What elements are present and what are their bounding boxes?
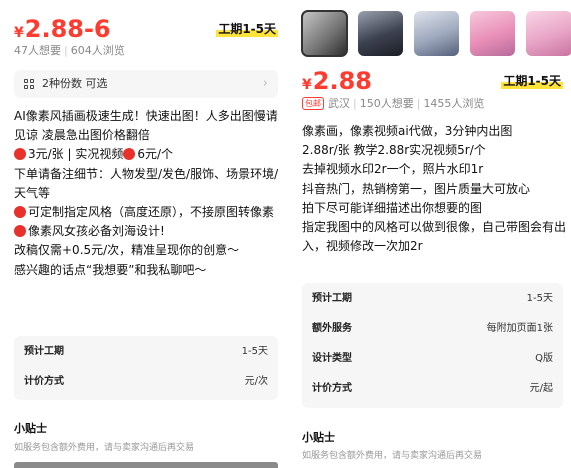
chevron-right-icon: › xyxy=(262,76,268,91)
description-line: 感兴趣的话点“我想要”和我私聊吧～ xyxy=(14,262,207,277)
thumbnail-image[interactable] xyxy=(526,11,571,56)
thumbnail-image[interactable] xyxy=(301,10,348,57)
description-line: 抖音热门，热销榜第一，图片质量大可放心 xyxy=(302,181,531,196)
info-row: 计价方式 元/次 xyxy=(24,376,268,387)
service-info: 预计工期 1-5天 额外服务 每附加页面1张 设计类型 Q版 计价方式 元/起 xyxy=(302,283,563,408)
listing-right: ¥2.88 工期1-5天 包邮 武汉 | 150人想要 | 1455人浏览 像素画，像素… xyxy=(292,0,571,468)
info-row: 额外服务 每附加页面1张 xyxy=(312,323,553,334)
thumbnail-image[interactable] xyxy=(470,11,515,56)
grid-icon xyxy=(24,79,34,89)
info-row: 计价方式 元/起 xyxy=(312,383,553,394)
listing-left: ¥2.88-6 工期1-5天 47人想要 | 604人浏览 2种份数 可选 › AI… xyxy=(0,0,292,468)
tips-text: 如服务包含额外费用，请与卖家沟通后再交易 xyxy=(302,451,483,461)
thumbnail-strip xyxy=(301,10,571,57)
service-info: 预计工期 1-5天 计价方式 元/次 xyxy=(14,336,278,400)
tips-title: 小贴士 xyxy=(14,422,47,435)
work-period-tag: 工期1-5天 xyxy=(216,21,278,37)
red-dot-icon xyxy=(123,148,136,161)
description-line: 指定我图中的风格可以做到很像，自己带图会有出入，视频修改一次加2r xyxy=(302,220,567,254)
thumbnail-image[interactable] xyxy=(414,11,459,56)
description-line: 可定制指定风格（高度还原），不接原图转像素 xyxy=(14,203,282,222)
description: AI像素风插画极速生成！快速出图！人多出图慢请见谅 凌晨急出图价格翻倍 3元/张… xyxy=(14,107,282,280)
listing-stats: 武汉 | 150人想要 | 1455人浏览 xyxy=(328,97,485,110)
price-row: ¥2.88 工期1-5天 xyxy=(302,64,563,98)
red-dot-icon xyxy=(14,206,26,219)
image-preview-edge xyxy=(14,462,278,468)
description-line: 2.88r/张 教学2.88r实况视频5r/个 xyxy=(302,143,486,158)
tips-title: 小贴士 xyxy=(302,431,335,444)
info-row: 设计类型 Q版 xyxy=(312,353,553,364)
description-line: 像素风女孩必备刘海设计! xyxy=(14,222,282,241)
red-dot-icon xyxy=(14,148,26,161)
spec-selector[interactable]: 2种份数 可选 › xyxy=(14,70,278,98)
description: 像素画，像素视频ai代做，3分钟内出图 2.88r/张 教学2.88r实况视频5… xyxy=(302,122,567,256)
spec-label: 2种份数 可选 xyxy=(42,77,108,90)
red-dot-icon xyxy=(14,225,26,238)
thumbnail-image[interactable] xyxy=(358,11,403,56)
info-row: 预计工期 1-5天 xyxy=(24,346,268,357)
free-shipping-badge: 包邮 xyxy=(302,97,324,110)
description-line: AI像素风插画极速生成！快速出图！人多出图慢请见谅 凌晨急出图价格翻倍 xyxy=(14,109,278,143)
description-line: 拍下尽可能详细描述出你想要的图 xyxy=(302,200,483,215)
tips-text: 如服务包含额外费用，请与卖家沟通后再交易 xyxy=(14,443,195,453)
price-row: ¥2.88-6 工期1-5天 xyxy=(14,12,278,46)
listing-stats: 47人想要 | 604人浏览 xyxy=(14,44,125,57)
info-row: 预计工期 1-5天 xyxy=(312,293,553,304)
description-line: 去掉视频水印2r一个，照片水印1r xyxy=(302,162,484,177)
description-line: 像素画，像素视频ai代做，3分钟内出图 xyxy=(302,124,513,138)
work-period-tag: 工期1-5天 xyxy=(501,73,563,89)
description-line: 改稿仅需+0.5元/次，精准呈现你的创意～ xyxy=(14,243,240,258)
description-line: 3元/张 | 实况视频 6元/个 xyxy=(14,145,282,164)
description-line: 下单请备注细节：人物发型/发色/服饰、场景环境/天气等 xyxy=(14,166,279,200)
